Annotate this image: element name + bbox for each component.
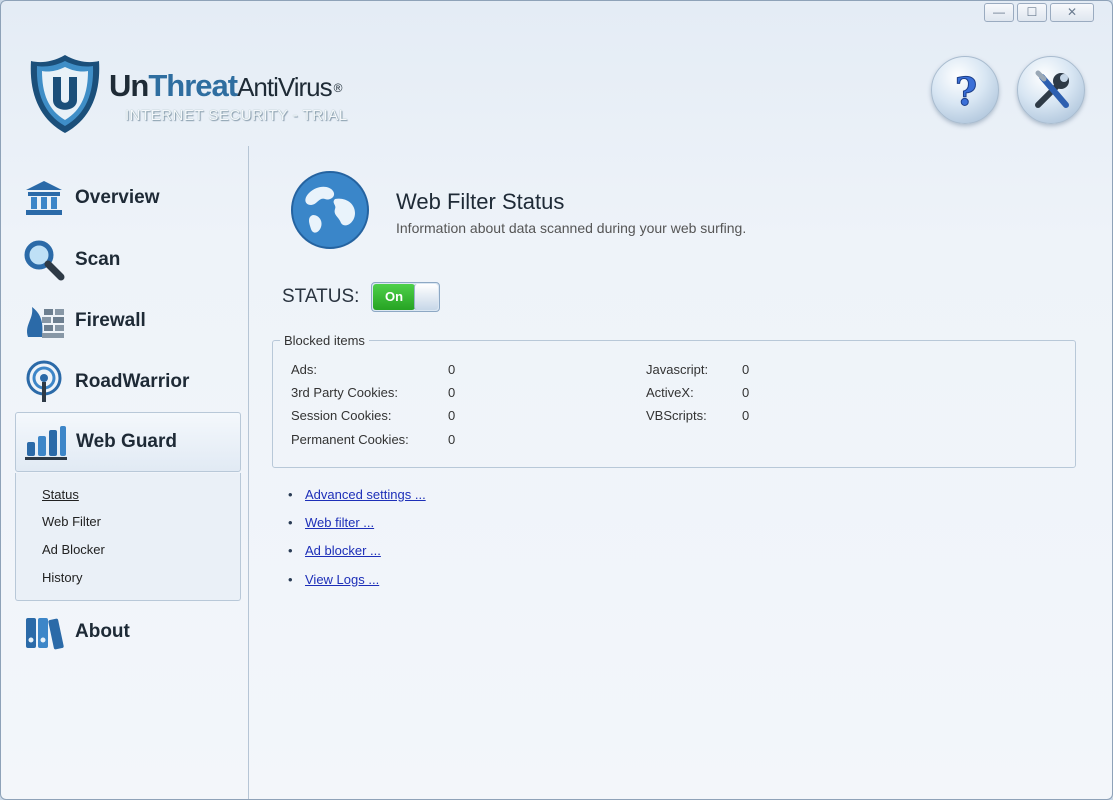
help-button[interactable]: ? bbox=[931, 56, 999, 124]
shield-logo-icon bbox=[30, 55, 100, 133]
javascript-value: 0 bbox=[742, 362, 750, 377]
brand-suffix: AntiVirus bbox=[237, 72, 333, 102]
brick-wall-flame-icon bbox=[21, 298, 67, 344]
third-party-cookies-label: 3rd Party Cookies: bbox=[291, 385, 398, 400]
tools-button[interactable] bbox=[1017, 56, 1085, 124]
registered-mark: ® bbox=[333, 81, 343, 95]
globe-icon bbox=[291, 171, 369, 249]
nav-label: Overview bbox=[75, 187, 160, 208]
brand-subtitle: INTERNET SECURITY - TRIAL bbox=[125, 107, 348, 124]
status-label: STATUS: bbox=[282, 286, 360, 307]
bullet-icon: • bbox=[288, 572, 293, 587]
web-filter-link[interactable]: Web filter ... bbox=[305, 515, 374, 530]
brand-middle: Threat bbox=[148, 68, 238, 103]
nav-scan[interactable]: Scan bbox=[15, 232, 241, 288]
minimize-button[interactable]: — bbox=[984, 3, 1014, 22]
third-party-cookies-value: 0 bbox=[448, 385, 456, 400]
bullet-icon: • bbox=[288, 515, 293, 530]
subnav-ad-blocker[interactable]: Ad Blocker bbox=[42, 542, 105, 557]
nav-label: RoadWarrior bbox=[75, 371, 190, 392]
web-guard-subnav: Status Web Filter Ad Blocker History bbox=[15, 473, 241, 601]
brand-prefix: Un bbox=[109, 68, 149, 103]
nav-about[interactable]: About bbox=[15, 604, 241, 660]
books-icon bbox=[21, 609, 67, 655]
page-description: Information about data scanned during yo… bbox=[396, 220, 747, 236]
nav-overview[interactable]: Overview bbox=[15, 170, 241, 226]
magnifier-icon bbox=[21, 237, 67, 283]
link-row: • Ad blocker ... bbox=[288, 543, 488, 561]
activex-value: 0 bbox=[742, 385, 750, 400]
wrench-screwdriver-icon bbox=[1035, 70, 1069, 108]
permanent-cookies-value: 0 bbox=[448, 432, 456, 447]
session-cookies-value: 0 bbox=[448, 408, 456, 423]
question-mark-icon: ? bbox=[954, 69, 977, 115]
nav-label: Web Guard bbox=[76, 431, 177, 452]
wireless-antenna-icon bbox=[21, 359, 67, 405]
bank-building-icon bbox=[21, 175, 67, 221]
maximize-button[interactable]: ☐ bbox=[1017, 3, 1047, 22]
brand: UnThreatAntiVirus ® INTERNET SECURITY - T… bbox=[109, 68, 347, 125]
brand-title: UnThreatAntiVirus ® bbox=[109, 68, 343, 104]
ads-value: 0 bbox=[448, 362, 456, 377]
permanent-cookies-label: Permanent Cookies: bbox=[291, 432, 409, 447]
subnav-status[interactable]: Status bbox=[42, 487, 79, 502]
nav-label: Firewall bbox=[75, 310, 146, 331]
close-button[interactable]: ✕ bbox=[1050, 3, 1094, 22]
bullet-icon: • bbox=[288, 543, 293, 558]
window-controls: — ☐ ✕ bbox=[984, 3, 1094, 22]
nav-label: About bbox=[75, 621, 130, 642]
page-title: Web Filter Status bbox=[396, 189, 565, 214]
svg-text:?: ? bbox=[955, 69, 977, 114]
blocked-items-group bbox=[272, 340, 1076, 468]
session-cookies-label: Session Cookies: bbox=[291, 408, 392, 423]
subnav-web-filter[interactable]: Web Filter bbox=[42, 514, 101, 529]
bullet-icon: • bbox=[288, 487, 293, 502]
bar-chart-icon bbox=[22, 419, 68, 465]
vbscripts-label: VBScripts: bbox=[646, 408, 707, 423]
subnav-history[interactable]: History bbox=[42, 570, 82, 585]
app-window: — ☐ ✕ UnThreatAntiVirus ® INTERNET SECURI… bbox=[0, 0, 1113, 800]
javascript-label: Javascript: bbox=[646, 362, 709, 377]
nav-label: Scan bbox=[75, 249, 121, 270]
nav-web-guard[interactable]: Web Guard bbox=[15, 412, 241, 472]
ads-label: Ads: bbox=[291, 362, 318, 377]
nav-firewall[interactable]: Firewall bbox=[15, 293, 241, 349]
link-row: • Web filter ... bbox=[288, 515, 488, 533]
toggle-knob bbox=[414, 284, 438, 310]
vbscripts-value: 0 bbox=[742, 408, 750, 423]
advanced-settings-link[interactable]: Advanced settings ... bbox=[305, 487, 426, 502]
toggle-on-label: On bbox=[373, 284, 415, 310]
status-toggle[interactable]: On bbox=[371, 282, 440, 312]
activex-label: ActiveX: bbox=[646, 385, 694, 400]
blocked-items-legend: Blocked items bbox=[280, 333, 369, 348]
ad-blocker-link[interactable]: Ad blocker ... bbox=[305, 543, 381, 558]
link-row: • Advanced settings ... bbox=[288, 487, 488, 505]
nav-roadwarrior[interactable]: RoadWarrior bbox=[15, 354, 241, 410]
sidebar: Overview Scan Firewall RoadWarrior Web G… bbox=[1, 146, 249, 799]
view-logs-link[interactable]: View Logs ... bbox=[305, 572, 379, 587]
link-row: • View Logs ... bbox=[288, 572, 488, 590]
